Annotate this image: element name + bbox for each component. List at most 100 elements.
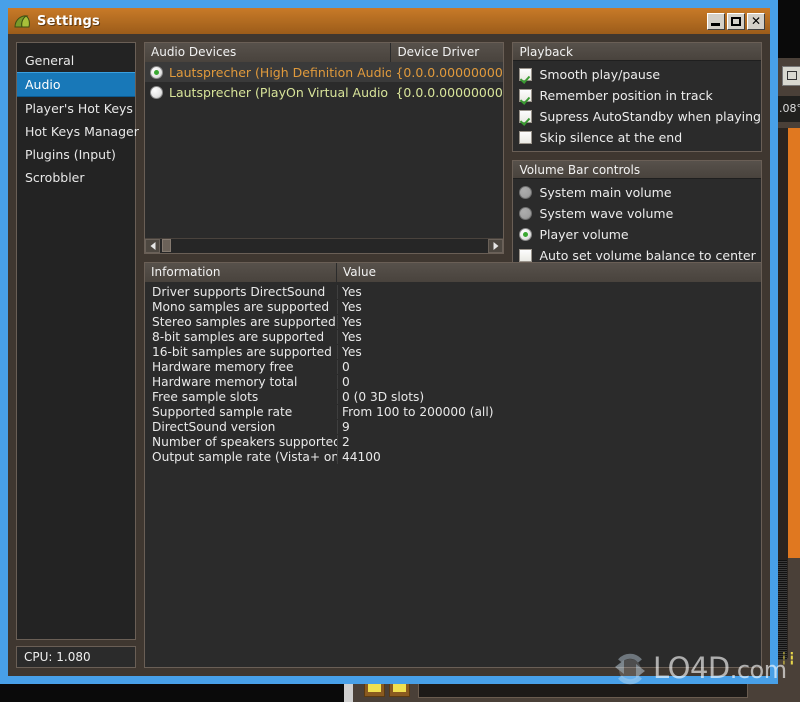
playback-group: Playback Smooth play/pause Remember posi… [512, 42, 762, 152]
horizontal-scrollbar[interactable] [145, 238, 504, 253]
checkbox-icon[interactable] [519, 89, 533, 102]
sidebar-item-players-hot-keys[interactable]: Player's Hot Keys [17, 97, 135, 120]
cpu-usage-label: CPU: 1.080 [16, 646, 136, 668]
table-row[interactable]: Mono samples are supported Yes [145, 299, 761, 314]
info-value: 44100 [337, 449, 761, 464]
table-row[interactable]: 8-bit samples are supported Yes [145, 329, 761, 344]
info-value: Yes [337, 299, 761, 314]
sidebar-item-scrobbler[interactable]: Scrobbler [17, 166, 135, 189]
scrollbar-thumb[interactable] [162, 239, 171, 252]
background-maximize-button[interactable] [782, 66, 800, 86]
checkbox-icon[interactable] [519, 68, 533, 81]
column-header-device-driver[interactable]: Device Driver [391, 43, 504, 62]
window-controls: ✕ [707, 12, 765, 30]
radio-icon[interactable] [150, 85, 163, 99]
table-row[interactable]: 16-bit samples are supported Yes [145, 344, 761, 359]
table-row[interactable]: Driver supports DirectSound Yes [145, 284, 761, 299]
background-button-2-icon [393, 684, 406, 692]
checkbox-icon[interactable] [519, 110, 533, 123]
information-header: Information Value [145, 263, 761, 282]
radio-icon[interactable] [150, 65, 163, 79]
radio-icon[interactable] [519, 207, 533, 220]
table-row[interactable]: Stereo samples are supported Yes [145, 314, 761, 329]
sidebar-item-general[interactable]: General [17, 49, 135, 72]
column-header-audio-devices[interactable]: Audio Devices [145, 43, 392, 62]
information-panel: Information Value Driver supports Direct… [144, 262, 762, 668]
audio-devices-panel: Audio Devices Device Driver Lautsprecher… [144, 42, 505, 254]
volume-bar-options: System main volume System wave volume Pl… [513, 179, 761, 269]
checkbox-skip-silence[interactable]: Skip silence at the end [519, 128, 761, 147]
volume-bar-group: Volume Bar controls System main volume S… [512, 160, 762, 270]
app-icon [14, 14, 31, 29]
column-header-value[interactable]: Value [337, 263, 761, 282]
info-key: Number of speakers supported [152, 434, 337, 449]
background-button-1-icon [368, 684, 381, 692]
info-value: Yes [337, 329, 761, 344]
device-name-cell: Lautsprecher (High Definition Audio-Gerä… [145, 65, 391, 80]
table-row[interactable]: Number of speakers supported 2 [145, 434, 761, 449]
info-value: 0 [337, 359, 761, 374]
radio-system-main-volume[interactable]: System main volume [519, 183, 761, 202]
table-row[interactable]: DirectSound version 9 [145, 419, 761, 434]
volume-bar-group-title: Volume Bar controls [513, 161, 761, 179]
title-bar[interactable]: Settings ✕ [8, 8, 770, 34]
top-row: Audio Devices Device Driver Lautsprecher… [144, 42, 762, 270]
info-value: Yes [337, 344, 761, 359]
info-key: Mono samples are supported [152, 299, 330, 314]
chevron-right-icon [493, 242, 499, 250]
audio-devices-rows: Lautsprecher (High Definition Audio-Gerä… [145, 62, 504, 238]
radio-system-wave-volume[interactable]: System wave volume [519, 204, 761, 223]
audio-devices-header: Audio Devices Device Driver [145, 43, 504, 62]
checkbox-remember-position[interactable]: Remember position in track [519, 86, 761, 105]
radio-icon[interactable] [519, 186, 533, 199]
device-driver-label: {0.0.0.00000000 [395, 64, 503, 80]
info-value: 2 [337, 434, 761, 449]
close-button[interactable]: ✕ [747, 12, 765, 30]
info-key: Driver supports DirectSound [152, 284, 326, 299]
checkbox-label: Skip silence at the end [539, 130, 683, 145]
table-row[interactable]: Hardware memory free 0 [145, 359, 761, 374]
radio-player-volume[interactable]: Player volume [519, 225, 761, 244]
checkbox-label: Auto set volume balance to center [539, 248, 756, 263]
checkbox-icon[interactable] [519, 131, 533, 144]
sidebar-item-audio[interactable]: Audio [17, 72, 135, 97]
info-value: Yes [337, 284, 761, 299]
scrollbar-track[interactable] [160, 239, 489, 253]
background-orange-panel [788, 128, 800, 558]
maximize-button[interactable] [727, 12, 745, 30]
table-row[interactable]: Lautsprecher (PlayOn Virtual Audio Devic… [145, 82, 503, 102]
info-value: 9 [337, 419, 761, 434]
background-texture-strip [778, 560, 787, 660]
maximize-icon [731, 16, 741, 26]
playback-group-title: Playback [513, 43, 761, 61]
sidebar-list: General Audio Player's Hot Keys Hot Keys… [16, 42, 139, 640]
minimize-icon [711, 22, 720, 26]
checkbox-label: Supress AutoStandby when playing [539, 109, 761, 124]
checkbox-smooth-play-pause[interactable]: Smooth play/pause [519, 65, 761, 84]
table-row[interactable]: Lautsprecher (High Definition Audio-Gerä… [145, 62, 504, 82]
table-row[interactable]: Hardware memory total 0 [145, 374, 761, 389]
settings-main: Audio Devices Device Driver Lautsprecher… [144, 42, 762, 668]
scroll-left-button[interactable] [145, 239, 160, 253]
checkbox-icon[interactable] [519, 249, 533, 262]
window-title: Settings [37, 13, 100, 29]
column-header-information[interactable]: Information [145, 263, 337, 282]
device-name-label: Lautsprecher (PlayOn Virtual Audio Devic… [169, 84, 391, 100]
sidebar-item-hot-keys-manager[interactable]: Hot Keys Manager [17, 120, 139, 143]
radio-icon[interactable] [519, 228, 533, 241]
checkbox-label: Remember position in track [539, 88, 713, 103]
minimize-button[interactable] [707, 12, 725, 30]
information-rows: Driver supports DirectSound Yes Mono sam… [145, 282, 761, 667]
playback-options: Smooth play/pause Remember position in t… [513, 61, 761, 151]
radio-label: System wave volume [539, 206, 674, 221]
scroll-right-button[interactable] [488, 239, 504, 253]
screen: .08° ┆┇ ' ' ' ' ' Settings [0, 0, 800, 702]
table-row[interactable]: Supported sample rate From 100 to 200000… [145, 404, 761, 419]
table-row[interactable]: Free sample slots 0 (0 3D slots) [145, 389, 761, 404]
info-key: 8-bit samples are supported [152, 329, 325, 344]
checkbox-supress-autostandby[interactable]: Supress AutoStandby when playing [519, 107, 761, 126]
info-key: Supported sample rate [152, 404, 293, 419]
sidebar-item-plugins-input[interactable]: Plugins (Input) [17, 143, 135, 166]
right-panels: Playback Smooth play/pause Remember posi… [512, 42, 762, 270]
table-row[interactable]: Output sample rate (Vista+ only) 44100 [145, 449, 761, 464]
